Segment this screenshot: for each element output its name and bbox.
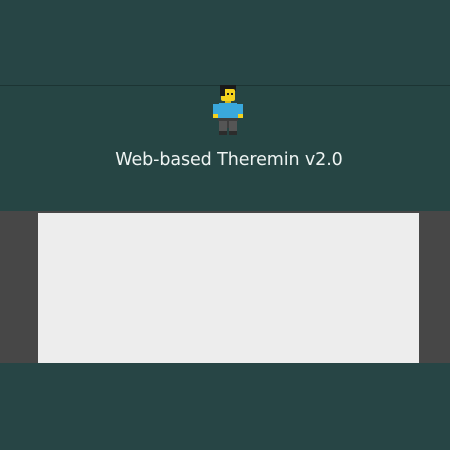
page-title: Web-based Theremin v2.0 [115,150,343,170]
footer-area [0,363,450,450]
lego-minifigure-icon [213,85,243,135]
theremin-canvas[interactable] [38,213,419,363]
header-bar [0,0,450,85]
